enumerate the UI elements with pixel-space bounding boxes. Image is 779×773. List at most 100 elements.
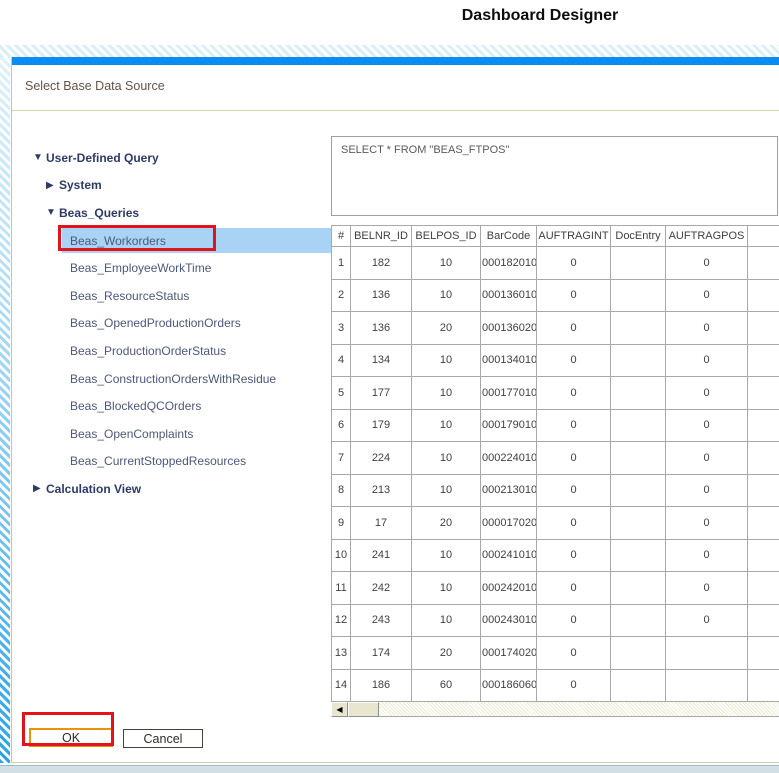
table-cell: 224	[351, 442, 412, 475]
table-cell	[748, 572, 779, 605]
tree-item-beas-queries[interactable]: ▼ Beas_Queries	[0, 199, 331, 227]
table-cell	[611, 637, 666, 670]
dialog-title: Select Base Data Source	[25, 79, 165, 93]
table-cell: 0	[666, 474, 748, 507]
table-cell	[611, 604, 666, 637]
tree-item-label: Beas_Workorders	[70, 234, 166, 248]
table-cell: 0	[537, 312, 611, 345]
table-cell: 5	[332, 377, 351, 410]
table-cell	[748, 637, 779, 670]
column-header: BELPOS_ID	[412, 226, 481, 247]
panel-accent-bar	[12, 57, 779, 65]
table-row: 122431000024301000	[332, 604, 779, 637]
table-cell: 000179010	[481, 409, 537, 442]
table-cell	[611, 572, 666, 605]
table-cell: 0	[666, 604, 748, 637]
chevron-right-icon[interactable]: ▶	[46, 180, 59, 191]
tree-item-beas-productionorderstatus[interactable]: Beas_ProductionOrderStatus	[62, 337, 331, 365]
tree-item-label: System	[59, 178, 102, 192]
table-cell	[748, 344, 779, 377]
tree-item-calculation-view[interactable]: ▶ Calculation View	[0, 475, 331, 503]
table-cell	[611, 377, 666, 410]
table-cell: 17	[351, 507, 412, 540]
tree-item-beas-openedproductionorders[interactable]: Beas_OpenedProductionOrders	[62, 310, 331, 338]
table-cell: 186	[351, 669, 412, 702]
tree-item-label: Beas_ProductionOrderStatus	[70, 344, 226, 358]
tree-item-label: Beas_ConstructionOrdersWithResidue	[70, 372, 276, 386]
table-cell: 0	[537, 474, 611, 507]
sql-query-input[interactable]: SELECT * FROM "BEAS_FTPOS"	[331, 136, 778, 216]
table-cell: 0	[537, 247, 611, 280]
table-cell	[611, 344, 666, 377]
tree-item-beas-workorders[interactable]: Beas_Workorders	[62, 228, 331, 253]
tree-item-beas-employeeworktime[interactable]: Beas_EmployeeWorkTime	[62, 254, 331, 282]
table-cell	[748, 312, 779, 345]
column-header: AUFTRAGINT	[537, 226, 611, 247]
table-cell	[748, 279, 779, 312]
ok-button[interactable]: OK	[29, 728, 113, 747]
table-cell	[748, 539, 779, 572]
scrollbar-thumb[interactable]	[348, 702, 379, 717]
tree-item-beas-opencomplaints[interactable]: Beas_OpenComplaints	[62, 420, 331, 448]
table-cell: 14	[332, 669, 351, 702]
table-cell: 20	[412, 637, 481, 670]
table-cell	[611, 507, 666, 540]
chevron-down-icon[interactable]: ▼	[33, 152, 46, 163]
column-header: AUFTRAGPOS	[666, 226, 748, 247]
table-cell: 1	[332, 247, 351, 280]
column-header: AUFT	[748, 226, 779, 247]
table-cell: 0	[666, 507, 748, 540]
table-cell: 213	[351, 474, 412, 507]
tree-item-system[interactable]: ▶ System	[0, 172, 331, 200]
table-cell: 000177010	[481, 377, 537, 410]
table-cell: 0	[666, 539, 748, 572]
table-cell: 7	[332, 442, 351, 475]
cancel-button[interactable]: Cancel	[123, 729, 203, 748]
table-row: 11821000018201000	[332, 247, 779, 280]
table-cell: 10	[412, 442, 481, 475]
table-cell: 10	[412, 344, 481, 377]
tree-item-beas-currentstoppedresources[interactable]: Beas_CurrentStoppedResources	[62, 448, 331, 476]
table-cell: 10	[412, 572, 481, 605]
tree-item-label: Calculation View	[46, 482, 141, 496]
table-cell: 8	[332, 474, 351, 507]
table-cell: 134	[351, 344, 412, 377]
chevron-down-icon[interactable]: ▼	[46, 207, 59, 218]
data-source-tree: ▼ User-Defined Query ▶ System ▼ Beas_Que…	[0, 144, 331, 503]
table-cell: 11	[332, 572, 351, 605]
tree-item-user-defined-query[interactable]: ▼ User-Defined Query	[0, 144, 331, 172]
table-row: 102411000024101000	[332, 539, 779, 572]
table-cell: 0	[537, 604, 611, 637]
table-cell	[611, 669, 666, 702]
table-cell: 136	[351, 312, 412, 345]
table-cell: 13	[332, 637, 351, 670]
table-row: 21361000013601000	[332, 279, 779, 312]
chevron-right-icon[interactable]: ▶	[33, 483, 46, 494]
table-row: 31362000013602000	[332, 312, 779, 345]
scroll-left-button[interactable]: ◀	[331, 702, 348, 717]
page-title: Dashboard Designer	[420, 7, 660, 25]
table-cell: 0	[666, 409, 748, 442]
table-cell	[666, 637, 748, 670]
table-cell	[611, 539, 666, 572]
table-cell: 000182010	[481, 247, 537, 280]
table-cell: 242	[351, 572, 412, 605]
table-cell: 6	[332, 409, 351, 442]
tree-item-beas-resourcestatus[interactable]: Beas_ResourceStatus	[62, 282, 331, 310]
horizontal-scrollbar[interactable]: ◀	[331, 702, 779, 717]
table-cell: 000213010	[481, 474, 537, 507]
table-cell: 177	[351, 377, 412, 410]
tree-item-beas-constructionorderswithresidue[interactable]: Beas_ConstructionOrdersWithResidue	[62, 365, 331, 393]
table-cell	[748, 669, 779, 702]
table-cell: 000174020	[481, 637, 537, 670]
tree-item-beas-blockedqcorders[interactable]: Beas_BlockedQCOrders	[62, 392, 331, 420]
table-cell: 000242010	[481, 572, 537, 605]
table-cell: 0	[537, 507, 611, 540]
table-row: 14186600001860600	[332, 669, 779, 702]
table-cell	[611, 442, 666, 475]
column-header: BarCode	[481, 226, 537, 247]
table-cell: 2	[332, 279, 351, 312]
table-cell: 20	[412, 507, 481, 540]
tree-item-label: User-Defined Query	[46, 151, 159, 165]
tree-item-label: Beas_OpenedProductionOrders	[70, 316, 241, 330]
